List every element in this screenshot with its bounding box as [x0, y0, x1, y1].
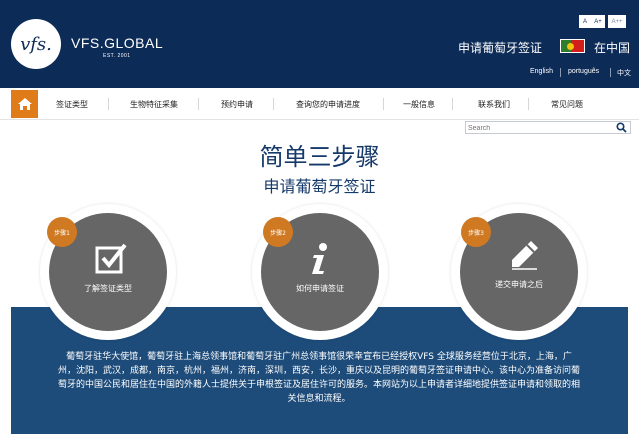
nav-item-appointment[interactable]: 预约申请	[221, 99, 253, 110]
font-size-large-button[interactable]: A+	[591, 15, 605, 28]
step-3-badge: 步骤3	[461, 217, 491, 247]
font-size-normal-button[interactable]: A	[579, 15, 591, 28]
search-button[interactable]	[611, 120, 631, 135]
home-button[interactable]	[11, 90, 38, 118]
language-divider	[610, 68, 611, 77]
page: vfs. VFS.GLOBAL EST. 2001 A A+ A++ 申请葡萄牙…	[0, 0, 639, 434]
page-title: 简单三步骤	[259, 143, 380, 171]
language-chinese-link[interactable]: 中文	[617, 68, 631, 78]
nav-divider	[528, 98, 529, 110]
nav-item-visa-types[interactable]: 签证类型	[56, 99, 88, 110]
step-1-label: 了解签证类型	[84, 284, 132, 293]
step-2-label: 如何申请签证	[296, 284, 344, 293]
header-location: 在中国	[594, 41, 631, 55]
nav-divider	[198, 98, 199, 110]
site-header: vfs. VFS.GLOBAL EST. 2001 A A+ A++ 申请葡萄牙…	[0, 0, 639, 88]
info-icon	[306, 242, 334, 276]
language-divider	[560, 68, 561, 77]
language-portuguese-link[interactable]: português	[568, 68, 599, 75]
vfs-logo[interactable]: vfs.	[11, 19, 61, 69]
checkbox-check-icon	[94, 242, 128, 276]
intro-description: 葡萄牙驻华大使馆，葡萄牙驻上海总领事馆和葡萄牙驻广州总领事馆很荣幸宣布已经授权V…	[58, 352, 581, 404]
nav-item-faq[interactable]: 常见问题	[551, 99, 583, 110]
nav-divider	[452, 98, 453, 110]
search-icon	[615, 122, 627, 133]
language-english-link[interactable]: English	[530, 68, 553, 75]
nav-divider	[108, 98, 109, 110]
brand-name: VFS.GLOBAL	[71, 35, 164, 51]
search-input[interactable]	[468, 123, 608, 133]
step-3-label: 递交申请之后	[495, 280, 543, 289]
home-icon	[17, 98, 32, 110]
nav-item-general-info[interactable]: 一般信息	[403, 99, 435, 110]
logo-mark: vfs.	[20, 33, 52, 55]
page-subtitle: 申请葡萄牙签证	[263, 177, 376, 196]
step-1-badge: 步骤1	[47, 217, 77, 247]
brand-established: EST. 2001	[103, 53, 131, 59]
header-title: 申请葡萄牙签证	[458, 41, 543, 55]
search-box	[465, 121, 631, 134]
portugal-flag-icon	[560, 39, 585, 53]
font-size-larger-button[interactable]: A++	[608, 15, 626, 28]
nav-divider	[273, 98, 274, 110]
nav-item-contact-us[interactable]: 联系我们	[478, 99, 510, 110]
nav-divider	[383, 98, 384, 110]
nav-item-biometrics[interactable]: 生物特征采集	[130, 99, 178, 110]
nav-item-track-application[interactable]: 查询您的申请进度	[296, 99, 360, 110]
step-2-badge: 步骤2	[263, 217, 293, 247]
pen-icon	[507, 238, 541, 272]
main-nav: 签证类型 生物特征采集 预约申请 查询您的申请进度 一般信息 联系我们 常见问题	[0, 88, 639, 120]
